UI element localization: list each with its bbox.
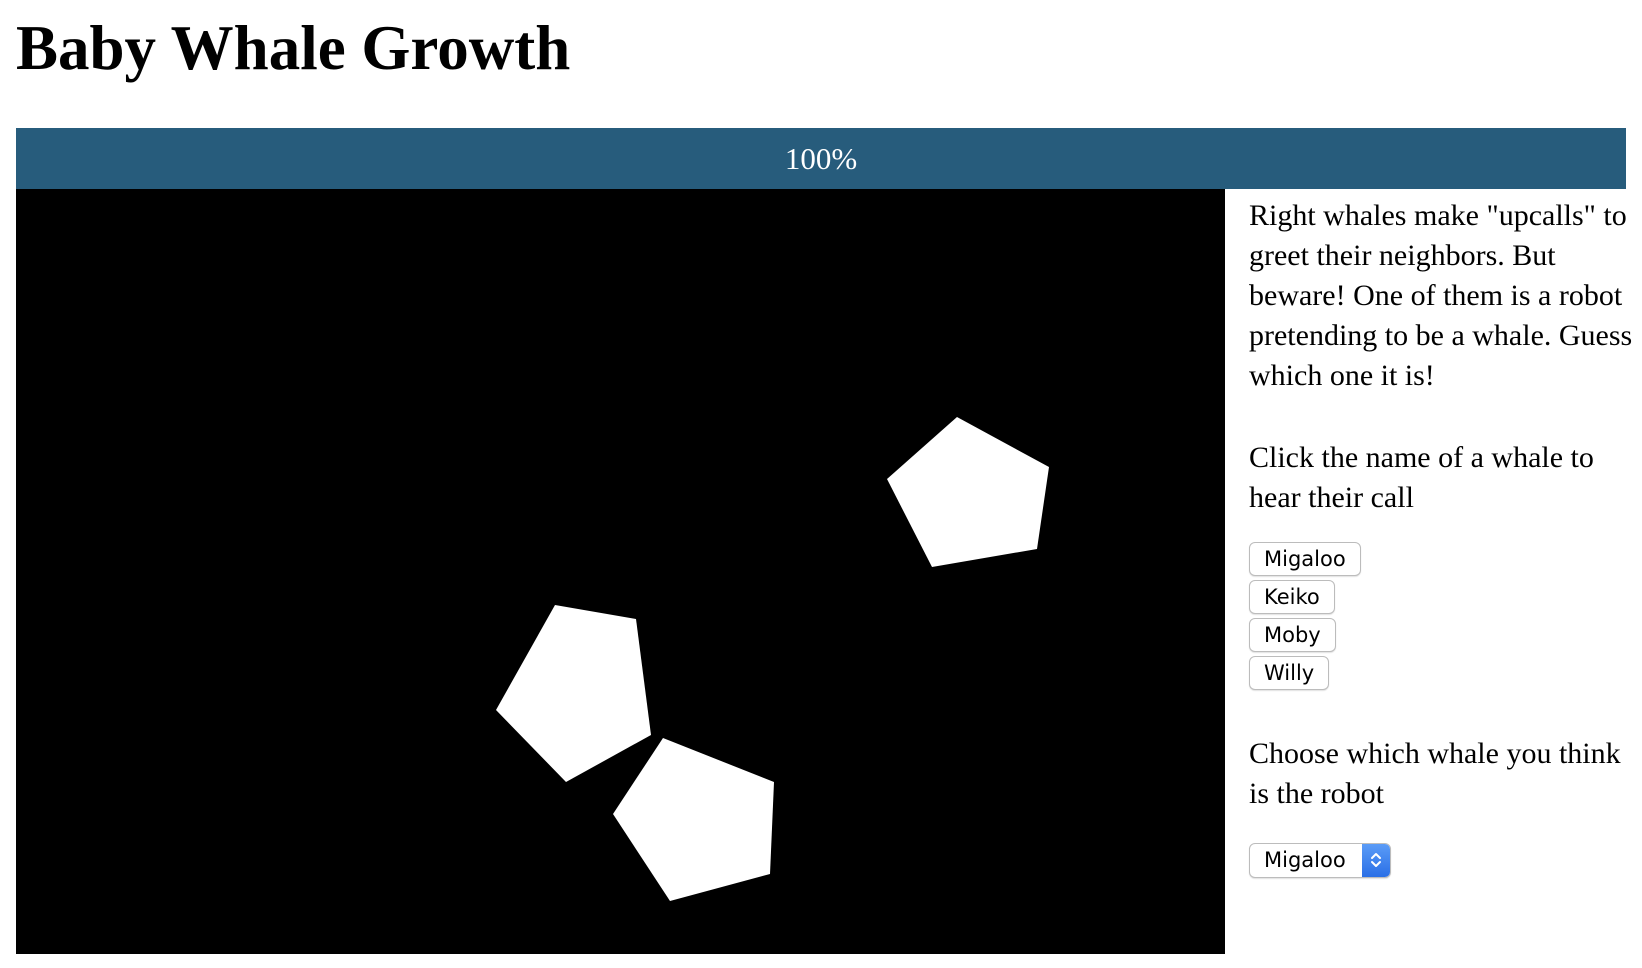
instruction-text: Click the name of a whale to hear their … — [1249, 441, 1594, 514]
intro-text: Right whales make "upcalls" to greet the… — [1249, 199, 1633, 392]
whale-scene-svg — [496, 417, 1049, 901]
whale-button-willy[interactable]: Willy — [1249, 656, 1330, 690]
robot-select[interactable]: Migaloo — [1249, 842, 1391, 878]
progress-label: 100% — [784, 141, 858, 176]
sidebar: Right whales make "upcalls" to greet the… — [1249, 196, 1634, 878]
page-title: Baby Whale Growth — [16, 13, 571, 83]
whale-button-migaloo[interactable]: Migaloo — [1249, 542, 1361, 576]
progress-bar: 100% — [16, 128, 1626, 189]
robot-select-value: Migaloo — [1264, 848, 1346, 872]
whale-shape-1 — [887, 417, 1049, 567]
whale-shape-3 — [613, 738, 774, 901]
whale-button-moby[interactable]: Moby — [1249, 618, 1336, 652]
whale-scene-canvas[interactable] — [16, 189, 1225, 954]
chevron-up-down-icon — [1361, 843, 1390, 877]
whale-button-keiko[interactable]: Keiko — [1249, 580, 1335, 614]
choose-robot-prompt: Choose which whale you think is the robo… — [1249, 737, 1621, 810]
whale-button-list: Migaloo Keiko Moby Willy — [1249, 542, 1634, 690]
whale-shape-2 — [496, 605, 651, 782]
